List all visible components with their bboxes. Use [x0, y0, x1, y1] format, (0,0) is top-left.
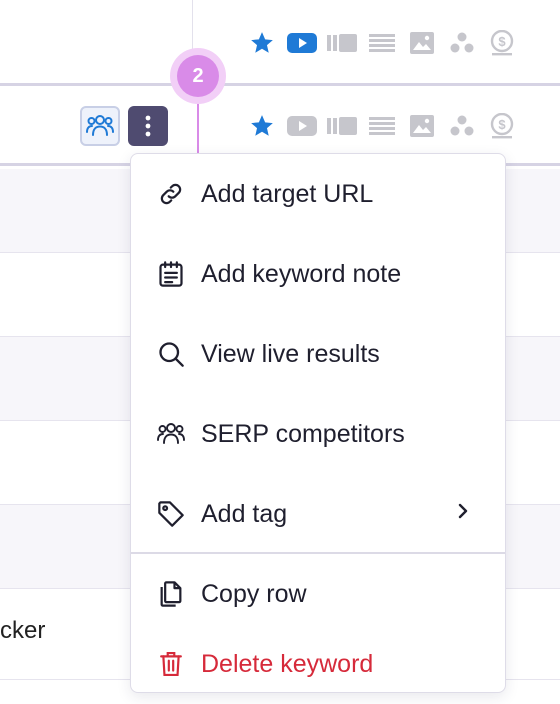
search-icon	[153, 340, 189, 368]
svg-text:$: $	[498, 34, 506, 49]
menu-item-label: View live results	[201, 339, 380, 368]
list-icon[interactable]	[362, 30, 402, 56]
ads-dollar-icon[interactable]: $	[482, 30, 522, 56]
video-carousel-icon[interactable]	[322, 30, 362, 56]
youtube-icon[interactable]	[282, 113, 322, 139]
link-icon	[153, 180, 189, 208]
menu-item-label: Copy row	[201, 579, 307, 608]
menu-item-view-live-results[interactable]: View live results	[131, 314, 505, 394]
svg-text:$: $	[498, 117, 506, 132]
menu-item-label: Add tag	[201, 499, 288, 528]
serp-competitors-button[interactable]	[80, 106, 120, 146]
tag-icon	[153, 500, 189, 528]
step-badge: 2	[177, 55, 219, 97]
video-carousel-icon[interactable]	[322, 113, 362, 139]
more-actions-button[interactable]	[128, 106, 168, 146]
serp-features-strip: $	[242, 113, 522, 139]
star-icon[interactable]	[242, 30, 282, 56]
menu-item-add-target-url[interactable]: Add target URL	[131, 154, 505, 234]
image-icon[interactable]	[402, 30, 442, 56]
list-icon[interactable]	[362, 113, 402, 139]
step-badge-halo: 2	[170, 48, 226, 104]
star-icon[interactable]	[242, 113, 282, 139]
serp-features-strip: $	[242, 30, 522, 56]
ads-dollar-icon[interactable]: $	[482, 113, 522, 139]
copy-icon	[153, 580, 189, 608]
users-icon	[153, 421, 189, 447]
more-vertical-icon	[145, 115, 151, 137]
menu-item-label: Add keyword note	[201, 259, 402, 288]
note-icon	[153, 260, 189, 288]
menu-item-add-keyword-note[interactable]: Add keyword note	[131, 234, 505, 314]
menu-item-add-tag[interactable]: Add tag	[131, 474, 505, 554]
step-connector	[197, 102, 199, 158]
local-pack-icon[interactable]	[442, 30, 482, 56]
image-icon[interactable]	[402, 113, 442, 139]
menu-item-copy-row[interactable]: Copy row	[131, 554, 505, 634]
chevron-right-icon	[457, 502, 469, 525]
users-icon	[86, 115, 114, 136]
keyword-context-menu: Add target URL Add keyword note View liv…	[130, 153, 506, 693]
menu-item-label: Add target URL	[201, 179, 374, 208]
keyword-text: cker	[0, 617, 46, 644]
local-pack-icon[interactable]	[442, 113, 482, 139]
trash-icon	[153, 650, 189, 678]
menu-item-label: Delete keyword	[201, 649, 374, 678]
menu-item-label: SERP competitors	[201, 419, 405, 448]
youtube-icon[interactable]	[282, 30, 322, 56]
menu-item-serp-competitors[interactable]: SERP competitors	[131, 394, 505, 474]
menu-item-delete-keyword[interactable]: Delete keyword	[131, 624, 505, 704]
